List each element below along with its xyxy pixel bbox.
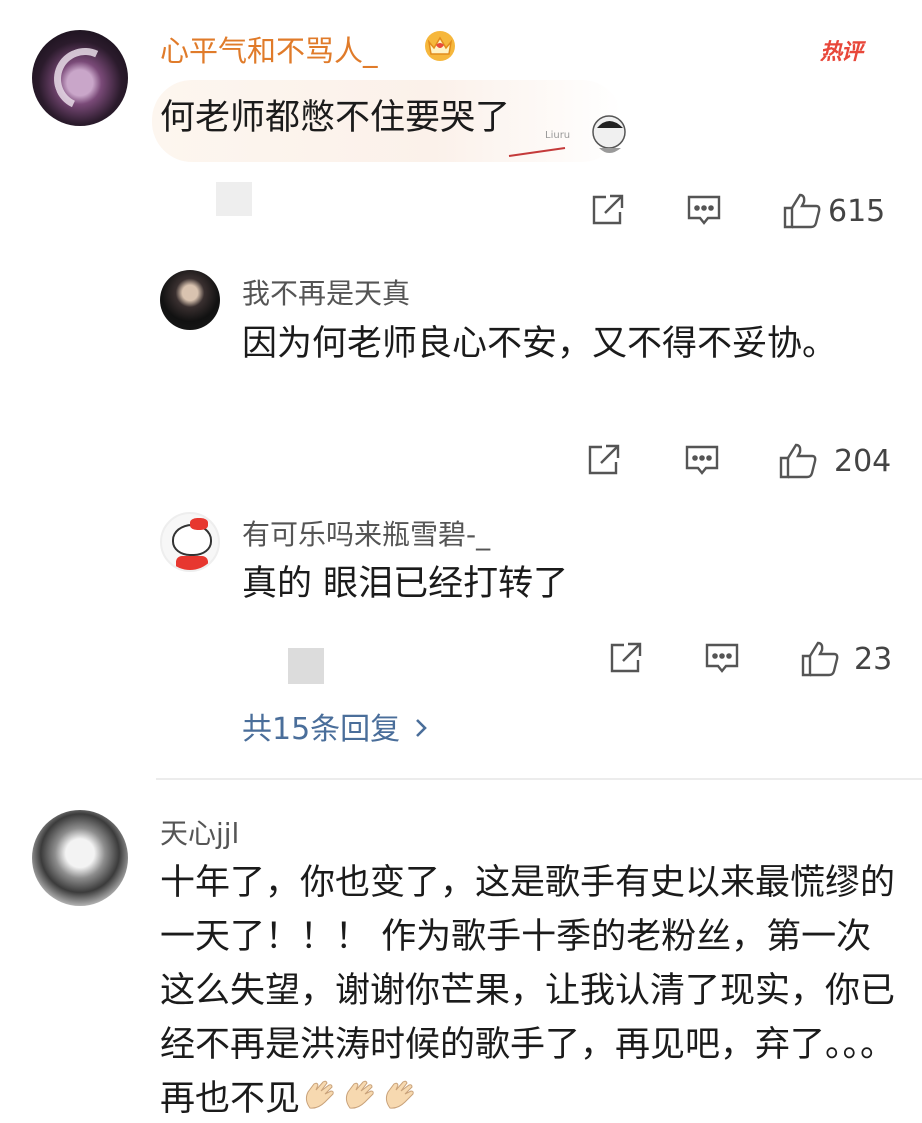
reply-button[interactable] — [686, 192, 722, 228]
comment-username[interactable]: 天心jjl — [160, 812, 239, 852]
like-icon — [801, 641, 839, 677]
share-button[interactable] — [608, 640, 644, 676]
image-placeholder — [216, 182, 252, 216]
like-button[interactable] — [782, 192, 822, 230]
avatar-bow — [190, 518, 208, 530]
like-count: 204 — [834, 444, 892, 479]
comment-text: 十年了，你也变了，这是歌手有史以来最慌缪的一天了！！！ 作为歌手十季的老粉丝，第… — [160, 856, 900, 1123]
comment-icon — [685, 445, 719, 475]
more-replies-label: 共15条回复 — [242, 712, 401, 747]
reply-username[interactable]: 有可乐吗来瓶雪碧-_ — [242, 513, 490, 553]
like-button[interactable] — [778, 442, 818, 480]
share-icon — [588, 444, 620, 475]
share-icon — [592, 194, 624, 225]
more-replies-link[interactable]: 共15条回复 — [242, 704, 428, 748]
comment-icon — [687, 195, 721, 225]
like-count: 615 — [828, 194, 886, 229]
comment-icon — [705, 643, 739, 673]
share-button[interactable] — [586, 442, 622, 478]
reply-button[interactable] — [684, 442, 720, 478]
share-icon — [610, 642, 642, 673]
like-count: 23 — [854, 642, 893, 677]
reply-text: 因为何老师良心不安，又不得不妥协。 — [242, 324, 838, 364]
crown-icon — [425, 31, 455, 61]
avatar[interactable] — [32, 810, 128, 906]
clap-icon — [385, 1080, 414, 1109]
share-button[interactable] — [590, 192, 626, 228]
avatar[interactable] — [160, 512, 220, 572]
like-icon — [783, 193, 821, 229]
reply-button[interactable] — [704, 640, 740, 676]
hot-comment-badge: 热评 — [820, 40, 863, 65]
avatar[interactable] — [32, 30, 128, 126]
chevron-right-icon — [416, 719, 428, 737]
clap-icon — [345, 1080, 374, 1109]
comment-username[interactable]: 心平气和不骂人_ — [160, 28, 378, 70]
reply-username[interactable]: 我不再是天真 — [242, 272, 410, 312]
decorative-sticker: Liuru — [508, 115, 626, 157]
image-placeholder — [288, 648, 324, 684]
avatar[interactable] — [160, 270, 220, 330]
comment-actions: 615 — [590, 192, 900, 232]
comment-text: 何老师都憋不住要哭了 — [160, 98, 511, 138]
like-icon — [779, 443, 817, 479]
avatar-shirt — [176, 556, 208, 570]
comment-text-body: 十年了，你也变了，这是歌手有史以来最慌缪的一天了！！！ 作为歌手十季的老粉丝，第… — [160, 863, 896, 1119]
clap-icon — [305, 1080, 334, 1109]
divider — [156, 778, 922, 780]
like-button[interactable] — [800, 640, 840, 678]
comment-feed: 心平气和不骂人_ 热评 何老师都憋不住要哭了 Liuru 615 我不再是天真 … — [0, 0, 922, 1123]
reply-text: 真的 眼泪已经打转了 — [242, 564, 569, 604]
reply-actions: 204 — [586, 442, 896, 482]
reply-actions: 23 — [608, 640, 898, 680]
svg-text:Liuru: Liuru — [545, 130, 570, 141]
